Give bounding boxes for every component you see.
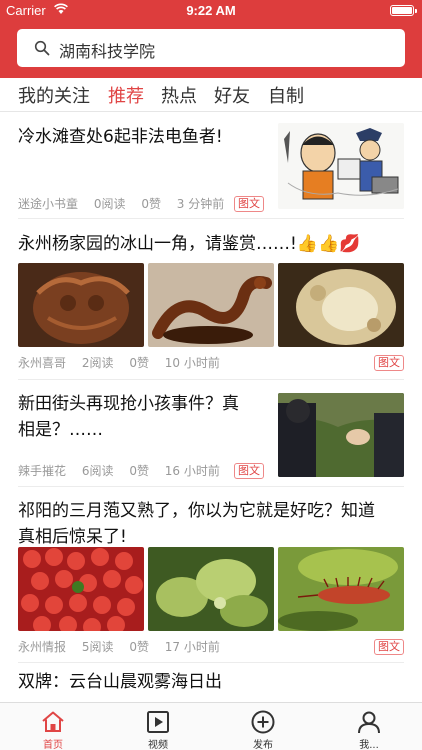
jade-stone-image [278,263,404,347]
article-likes: 0赞 [129,640,149,654]
article-reads: 5阅读 [81,640,114,654]
article-item[interactable]: 冷水滩查处6起非法电鱼者! 迷途小书童 0阅读 0赞 3 分钟前 图文 [0,112,422,218]
article-author: 永州情报 [18,640,67,654]
article-author: 迷途小书童 [18,197,79,211]
nav-video-label: 视频 [148,740,168,750]
nav-publish[interactable]: 发布 [223,703,303,750]
article-likes: 0赞 [129,356,149,370]
article-title-text: 永州杨家园的冰山一角，请鉴赏……! [18,234,297,254]
green-leaves-image [148,547,274,631]
tab-recommended[interactable]: 推荐 [108,82,144,108]
status-bar: Carrier 9:22 AM [0,0,422,22]
article-likes: 0赞 [129,464,149,478]
nav-home-label: 首页 [43,740,63,750]
article-time: 16 小时前 [164,464,220,478]
nav-me[interactable]: 我... [329,703,409,750]
article-meta: 永州喜哥 2阅读 0赞 10 小时前 [18,354,232,371]
article-type-badge: 图文 [374,355,404,371]
article-title[interactable]: 祁阳的三月萢又熟了，你以为它就是好吃？知道 真相后惊呆了! [18,498,375,550]
tab-original[interactable]: 自制 [268,82,304,108]
tab-following[interactable]: 我的关注 [18,82,90,108]
article-thumbnail[interactable] [278,393,404,477]
article-title-line: 相是？…… [18,420,103,440]
nav-me-label: 我... [359,740,379,750]
article-image-3[interactable] [278,547,404,631]
article-title[interactable]: 冷水滩查处6起非法电鱼者! [18,124,223,150]
article-title[interactable]: 新田街头再现抢小孩事件？真 相是？…… [18,391,239,443]
article-item[interactable]: 永州杨家园的冰山一角，请鉴赏……!👍👍💋 永州喜哥 2阅读 0赞 10 小时前 … [0,219,422,379]
article-type-badge: 图文 [374,639,404,655]
search-query[interactable]: 湖南科技学院 [59,38,155,62]
article-time: 17 小时前 [164,640,220,654]
bottom-tab-bar: 首页 视频 发布 我... [0,702,422,750]
article-item[interactable]: 新田街头再现抢小孩事件？真 相是？…… 辣手摧花 6阅读 0赞 16 小时前 图… [0,380,422,486]
article-image-2[interactable] [148,547,274,631]
article-reads: 0阅读 [93,197,126,211]
search-bar[interactable]: 湖南科技学院 [17,29,405,67]
clock: 9:22 AM [186,3,236,18]
raspberries-image [18,547,144,631]
article-author: 辣手摧花 [18,464,67,478]
home-icon [42,711,64,732]
article-type-badge: 图文 [234,463,264,479]
article-image-2[interactable] [148,263,274,347]
article-meta: 辣手摧花 6阅读 0赞 16 小时前 [18,462,232,479]
nav-publish-label: 发布 [253,740,273,750]
article-reads: 2阅读 [81,356,114,370]
article-title[interactable]: 永州杨家园的冰山一角，请鉴赏……!👍👍💋 [18,231,360,257]
article-title[interactable]: 双牌：云台山晨观雾海日出 [18,669,222,695]
article-author: 永州喜哥 [18,356,67,370]
user-icon [358,711,380,734]
article-image-1[interactable] [18,547,144,631]
emoji-thumbs-lips: 👍👍💋 [296,234,361,254]
dragon-carving-image [148,263,274,347]
article-meta: 迷途小书童 0阅读 0赞 3 分钟前 [18,195,236,212]
article-likes: 0赞 [141,197,161,211]
article-image-3[interactable] [278,263,404,347]
nav-home[interactable]: 首页 [13,703,93,750]
child-photo-image [278,393,404,477]
wood-carving-image [18,263,144,347]
tab-hot[interactable]: 热点 [161,82,197,108]
insect-on-leaf-image [278,547,404,631]
nav-video[interactable]: 视频 [118,703,198,750]
plus-circle-icon [251,710,275,734]
article-item[interactable]: 祁阳的三月萢又熟了，你以为它就是好吃？知道 真相后惊呆了! 永州情报 5阅读 0… [0,487,422,662]
category-tabs: 我的关注 推荐 热点 好友 自制 [0,78,422,112]
search-icon [34,40,50,56]
article-image-1[interactable] [18,263,144,347]
article-title-line: 祁阳的三月萢又熟了，你以为它就是好吃？知道 [18,501,375,521]
article-time: 3 分钟前 [176,197,225,211]
article-title-line: 新田街头再现抢小孩事件？真 [18,394,239,414]
article-type-badge: 图文 [234,196,264,212]
article-thumbnail[interactable] [278,123,404,209]
article-item[interactable]: 双牌：云台山晨观雾海日出 [0,663,422,702]
battery-icon [390,5,417,16]
video-play-icon [147,711,169,733]
article-time: 10 小时前 [164,356,220,370]
header: Carrier 9:22 AM 湖南科技学院 [0,0,422,78]
article-meta: 永州情报 5阅读 0赞 17 小时前 [18,638,232,655]
cartoon-image [278,123,404,209]
article-reads: 6阅读 [81,464,114,478]
tab-friends[interactable]: 好友 [214,82,250,108]
